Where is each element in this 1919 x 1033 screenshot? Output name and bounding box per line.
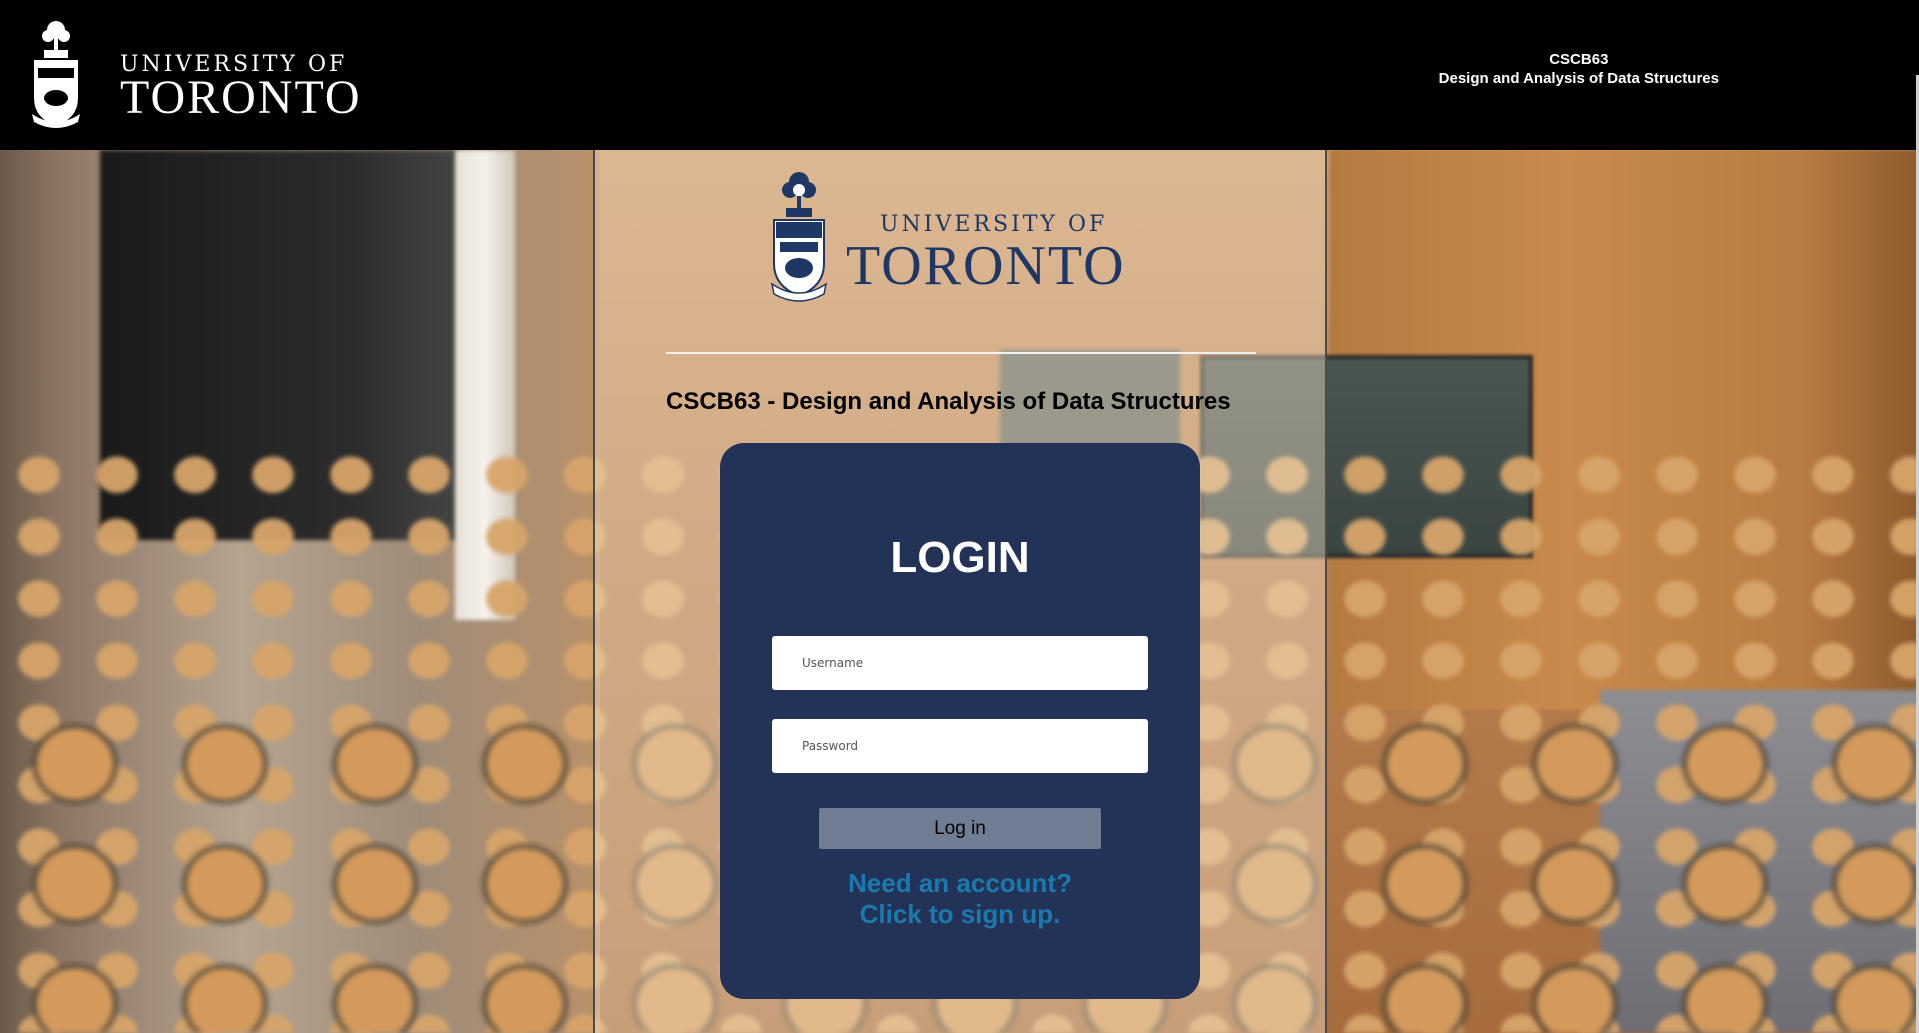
main-logo: UNIVERSITY OF TORONTO [770, 168, 1150, 308]
top-bar: UNIVERSITY OF TORONTO CSCB63 Design and … [0, 0, 1919, 150]
header-course-code: CSCB63 [1549, 51, 1609, 68]
username-input[interactable] [772, 636, 1148, 690]
uoft-crest-icon [32, 21, 80, 128]
main-logo-big-text: TORONTO [846, 235, 1126, 297]
login-form: LOGIN Log in Need an account? Click to s… [720, 443, 1200, 999]
main-logo-small-text: UNIVERSITY OF [880, 212, 1108, 237]
signup-link[interactable]: Need an account? Click to sign up. [720, 868, 1200, 930]
header-logo[interactable]: UNIVERSITY OF TORONTO [30, 18, 360, 132]
login-title: LOGIN [890, 533, 1030, 582]
header-logo-big-text: TORONTO [120, 71, 362, 124]
header-course-info: CSCB63 Design and Analysis of Data Struc… [1439, 50, 1719, 88]
password-input[interactable] [772, 719, 1148, 773]
uoft-crest-icon [770, 172, 828, 302]
course-heading: CSCB63 - Design and Analysis of Data Str… [666, 388, 1231, 415]
header-course-name: Design and Analysis of Data Structures [1438, 70, 1719, 87]
signup-link-line1: Need an account? [848, 868, 1072, 898]
signup-link-line2: Click to sign up. [859, 899, 1061, 929]
login-page: UNIVERSITY OF TORONTO CSCB63 Design and … [0, 0, 1919, 1033]
divider [666, 352, 1256, 354]
login-button[interactable]: Log in [819, 808, 1101, 849]
